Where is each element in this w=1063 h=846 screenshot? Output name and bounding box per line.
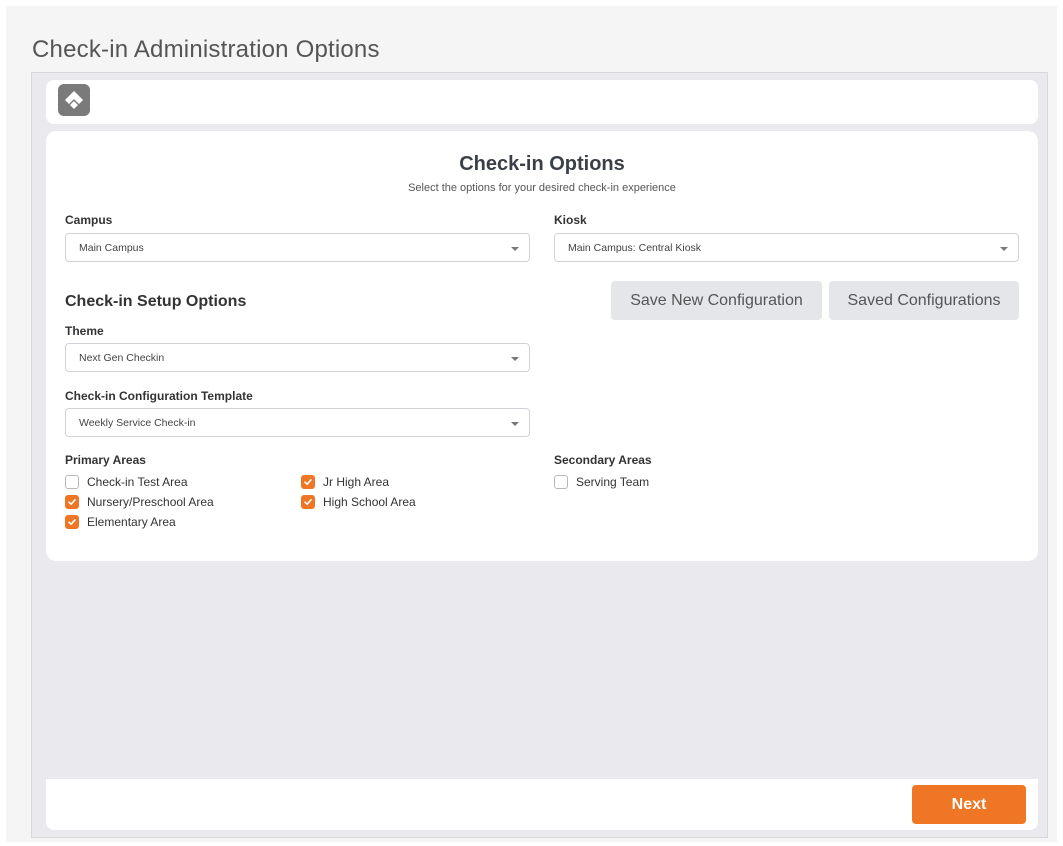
area-label: Serving Team bbox=[576, 475, 650, 489]
theme-select[interactable]: Next Gen Checkin bbox=[65, 343, 530, 372]
kiosk-label: Kiosk bbox=[554, 213, 587, 227]
checkbox-unchecked[interactable] bbox=[554, 475, 568, 489]
campus-select-value: Main Campus bbox=[79, 241, 144, 254]
primary-areas-label: Primary Areas bbox=[65, 453, 146, 467]
card-subtitle: Select the options for your desired chec… bbox=[408, 182, 676, 194]
kiosk-select[interactable]: Main Campus: Central Kiosk bbox=[554, 233, 1019, 262]
area-label: Elementary Area bbox=[87, 515, 176, 529]
saved-configurations-button[interactable]: Saved Configurations bbox=[829, 281, 1019, 320]
area-label: Jr High Area bbox=[323, 475, 390, 489]
campus-select[interactable]: Main Campus bbox=[65, 233, 530, 262]
check-icon[interactable] bbox=[301, 495, 315, 509]
checkin-frame: Check-in Options Select the options for … bbox=[31, 72, 1048, 838]
area-checkbox-elementary[interactable]: Elementary Area bbox=[65, 515, 176, 529]
footer-bar: Next bbox=[46, 779, 1038, 830]
check-icon[interactable] bbox=[301, 475, 315, 489]
area-label: Nursery/Preschool Area bbox=[87, 495, 214, 509]
checkbox-unchecked[interactable] bbox=[65, 475, 79, 489]
kiosk-select-value: Main Campus: Central Kiosk bbox=[568, 241, 702, 254]
card-title: Check-in Options bbox=[459, 153, 625, 175]
setup-options-title: Check-in Setup Options bbox=[65, 293, 247, 310]
page-title: Check-in Administration Options bbox=[32, 36, 380, 63]
area-label: Check-in Test Area bbox=[87, 475, 188, 489]
checkin-options-card: Check-in Options Select the options for … bbox=[46, 131, 1038, 561]
check-icon[interactable] bbox=[65, 495, 79, 509]
template-select-value: Weekly Service Check-in bbox=[79, 416, 196, 429]
check-icon[interactable] bbox=[65, 515, 79, 529]
chevron-down-icon bbox=[511, 247, 519, 251]
area-checkbox-check-in-test[interactable]: Check-in Test Area bbox=[65, 475, 188, 489]
area-checkbox-jr-high[interactable]: Jr High Area bbox=[301, 475, 389, 489]
template-select[interactable]: Weekly Service Check-in bbox=[65, 408, 530, 437]
area-checkbox-serving-team[interactable]: Serving Team bbox=[554, 475, 649, 489]
area-checkbox-nursery-preschool[interactable]: Nursery/Preschool Area bbox=[65, 495, 214, 509]
chevron-down-icon bbox=[511, 422, 519, 426]
chevron-down-icon bbox=[1000, 247, 1008, 251]
page-container: Check-in Administration Options Check-in… bbox=[6, 6, 1057, 842]
theme-label: Theme bbox=[65, 324, 104, 338]
save-new-configuration-button[interactable]: Save New Configuration bbox=[611, 281, 822, 320]
area-checkbox-high-school[interactable]: High School Area bbox=[301, 495, 416, 509]
next-button[interactable]: Next bbox=[912, 785, 1026, 824]
top-bar bbox=[46, 80, 1038, 124]
secondary-areas-label: Secondary Areas bbox=[554, 453, 652, 467]
theme-select-value: Next Gen Checkin bbox=[79, 351, 165, 364]
rock-logo-icon[interactable] bbox=[58, 84, 90, 116]
area-label: High School Area bbox=[323, 495, 416, 509]
chevron-down-icon bbox=[511, 357, 519, 361]
template-label: Check-in Configuration Template bbox=[65, 389, 253, 403]
campus-label: Campus bbox=[65, 213, 113, 227]
